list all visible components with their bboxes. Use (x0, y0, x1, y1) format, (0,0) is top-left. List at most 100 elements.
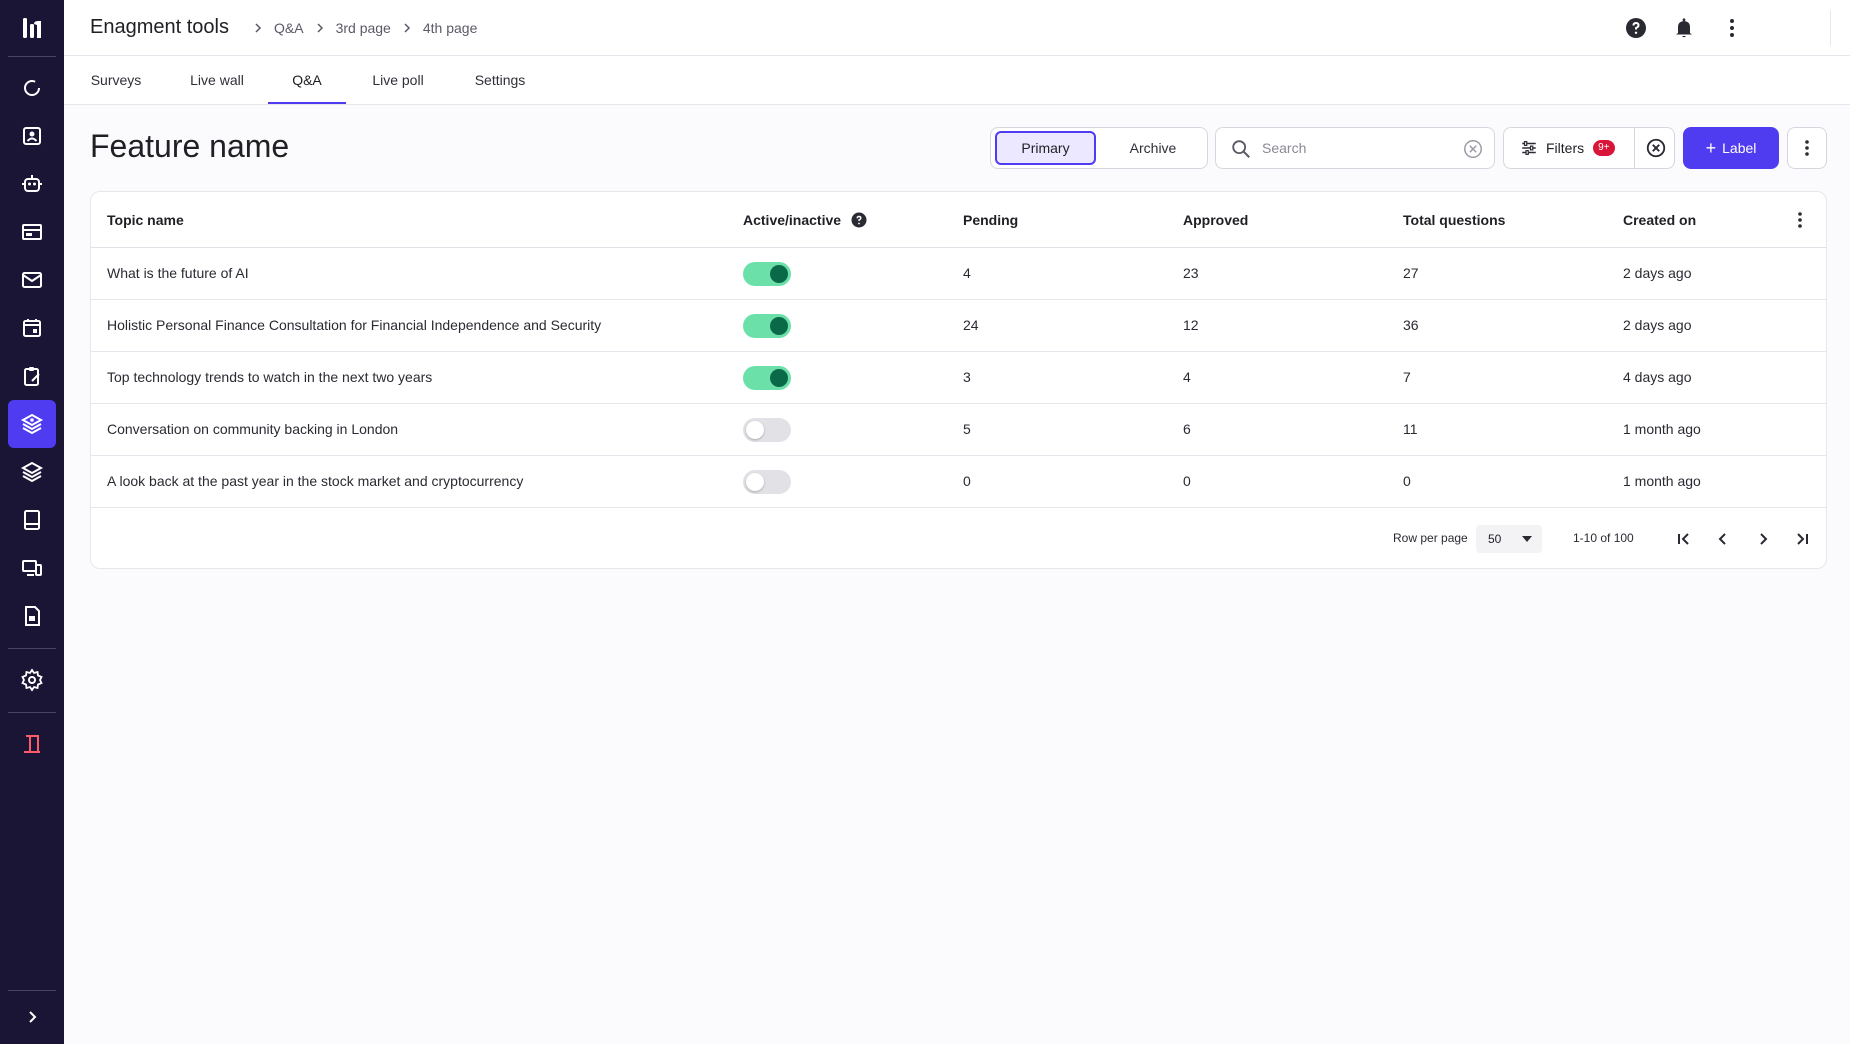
pending-cell: 5 (963, 421, 971, 437)
tab-live-poll[interactable]: Live poll (368, 56, 428, 104)
pending-cell: 0 (963, 473, 971, 489)
previous-page-icon[interactable] (1711, 527, 1735, 551)
column-header-topic[interactable]: Topic name (107, 212, 184, 228)
logo-icon (23, 18, 41, 38)
total-cell: 7 (1403, 369, 1411, 385)
breadcrumb-item[interactable]: 3rd page (336, 20, 391, 36)
column-header-approved-label: Approved (1183, 212, 1249, 228)
help-button[interactable] (1624, 16, 1648, 40)
toggle-knob (770, 265, 788, 283)
document-icon (25, 606, 40, 626)
header-divider (1830, 10, 1831, 46)
tab-qa[interactable]: Q&A (268, 56, 346, 104)
active-toggle[interactable] (743, 470, 791, 494)
table-pagination: Row per page 50 1-10 of 100 (91, 510, 1826, 568)
approved-cell: 12 (1183, 317, 1199, 333)
tablet-icon (24, 510, 40, 530)
column-header-approved[interactable]: Approved (1183, 212, 1248, 228)
notifications-button[interactable] (1672, 16, 1696, 40)
sidebar-item-settings[interactable] (8, 656, 56, 704)
pending-cell: 3 (963, 369, 971, 385)
sidebar (0, 0, 64, 1044)
created-cell: 2 days ago (1623, 265, 1692, 281)
column-header-total-label: Total questions (1403, 212, 1506, 228)
column-header-topic-label: Topic name (107, 212, 184, 228)
sidebar-item-devices[interactable] (8, 544, 56, 592)
chevron-right-icon (29, 1011, 37, 1023)
clipboard-edit-icon (24, 367, 40, 386)
primary-segment-button[interactable]: Primary (995, 131, 1096, 165)
first-page-icon[interactable] (1672, 527, 1696, 551)
pending-cell: 24 (963, 317, 979, 333)
topic-cell: Holistic Personal Finance Consultation f… (107, 317, 602, 333)
sidebar-item-mail[interactable] (8, 256, 56, 304)
tab-surveys[interactable]: Surveys (90, 56, 142, 104)
filters-label: Filters (1546, 140, 1585, 156)
table-row[interactable]: Holistic Personal Finance Consultation f… (91, 300, 1826, 352)
last-page-icon[interactable] (1790, 527, 1814, 551)
header-more-button[interactable] (1720, 16, 1744, 40)
toggle-knob (746, 473, 764, 491)
sidebar-item-layers[interactable] (8, 448, 56, 496)
active-toggle[interactable] (743, 366, 791, 390)
created-cell: 2 days ago (1623, 317, 1692, 333)
column-header-created-label: Created on (1623, 212, 1697, 228)
search-input[interactable] (1262, 136, 1442, 160)
sidebar-item-calendar[interactable] (8, 304, 56, 352)
toggle-knob (770, 369, 788, 387)
robot-icon (22, 175, 42, 192)
sidebar-divider (8, 990, 56, 991)
sidebar-expand-button[interactable] (8, 993, 56, 1041)
tab-bar: Surveys Live wall Q&A Live poll Settings (64, 56, 1850, 105)
total-cell: 11 (1403, 421, 1418, 437)
sidebar-item-documents[interactable] (8, 592, 56, 640)
created-cell: 1 month ago (1623, 473, 1701, 489)
tab-settings[interactable]: Settings (470, 56, 530, 104)
column-header-active[interactable]: Active/inactive (743, 212, 867, 228)
clear-filters-icon[interactable] (1645, 137, 1667, 159)
column-header-total[interactable]: Total questions (1403, 212, 1505, 228)
help-circle-icon[interactable] (851, 212, 867, 228)
column-header-pending[interactable]: Pending (963, 212, 1018, 228)
bell-icon (1676, 18, 1692, 38)
pending-cell: 4 (963, 265, 971, 281)
calendar-icon (23, 319, 41, 337)
help-circle-icon (1626, 18, 1646, 38)
sidebar-divider (8, 712, 56, 713)
topic-cell: A look back at the past year in the stoc… (107, 473, 524, 489)
column-header-created[interactable]: Created on (1623, 212, 1696, 228)
sidebar-item-tablet[interactable] (8, 496, 56, 544)
chevron-right-icon (317, 23, 323, 33)
table-row[interactable]: A look back at the past year in the stoc… (91, 456, 1826, 508)
archive-segment-button[interactable]: Archive (1103, 131, 1203, 165)
sidebar-item-analytics[interactable] (8, 64, 56, 112)
sidebar-item-bots[interactable] (8, 160, 56, 208)
sidebar-item-contacts[interactable] (8, 112, 56, 160)
table-row[interactable]: What is the future of AI 4 23 27 2 days … (91, 248, 1826, 300)
active-toggle[interactable] (743, 262, 791, 286)
active-toggle[interactable] (743, 418, 791, 442)
more-vertical-icon (1730, 19, 1734, 37)
clear-search-icon[interactable] (1462, 138, 1484, 160)
active-toggle[interactable] (743, 314, 791, 338)
add-label-button[interactable]: + Label (1683, 127, 1779, 169)
topic-cell: Top technology trends to watch in the ne… (107, 369, 433, 385)
filters-button[interactable]: Filters 9+ (1504, 128, 1634, 168)
table-row[interactable]: Top technology trends to watch in the ne… (91, 352, 1826, 404)
breadcrumb: Q&A 3rd page 4th page (242, 20, 477, 36)
rows-per-page-select[interactable]: 50 (1476, 525, 1542, 553)
contact-card-icon (23, 127, 41, 145)
approved-cell: 4 (1183, 369, 1191, 385)
app-logo[interactable] (0, 0, 64, 56)
breadcrumb-item[interactable]: Q&A (274, 20, 304, 36)
table-row[interactable]: Conversation on community backing in Lon… (91, 404, 1826, 456)
sidebar-item-logout[interactable] (8, 720, 56, 768)
sidebar-item-engagement[interactable] (8, 400, 56, 448)
sidebar-item-tasks[interactable] (8, 352, 56, 400)
column-options-icon[interactable] (1788, 208, 1812, 232)
sidebar-item-store[interactable] (8, 208, 56, 256)
next-page-icon[interactable] (1751, 527, 1775, 551)
tab-live-wall[interactable]: Live wall (188, 56, 246, 104)
breadcrumb-current: 4th page (422, 20, 478, 36)
toolbar-more-button[interactable] (1787, 127, 1827, 169)
